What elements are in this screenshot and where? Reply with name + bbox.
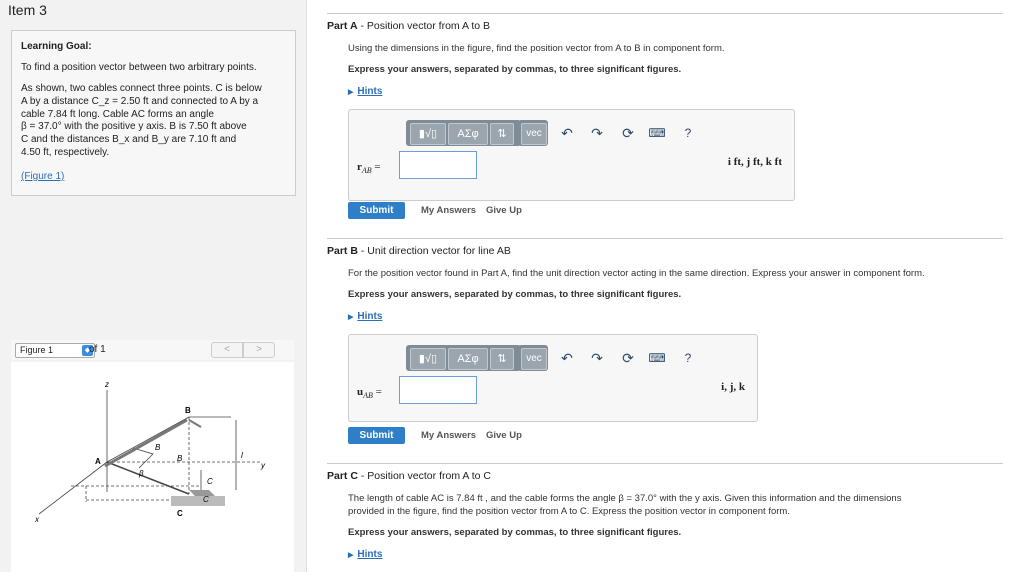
beta-label: β — [138, 469, 144, 478]
problem-line: As shown, two cables connect three point… — [21, 83, 262, 94]
answer-units: i ft, j ft, k ft — [727, 156, 782, 168]
keyboard-icon[interactable]: ⌨ — [646, 120, 668, 146]
templates-button[interactable]: ▮√▯ — [410, 123, 446, 145]
item-title: Item 3 — [8, 2, 47, 18]
figure-select[interactable]: Figure 1 ◆ — [15, 343, 95, 358]
part-c-hints[interactable]: ▶ Hints — [348, 549, 382, 560]
part-a-answer-box: ▮√▯ ΑΣφ ⇅ vec ↶ ↷ ⟳ ⌨ ? rAB = i ft, j ft… — [348, 109, 795, 201]
undo-icon[interactable]: ↶ — [556, 345, 578, 371]
part-c-instructions: provided in the figure, find the positio… — [348, 506, 790, 517]
left-panel: Item 3 Learning Goal: To find a position… — [0, 0, 307, 572]
problem-statement: As shown, two cables connect three point… — [21, 83, 291, 160]
learning-goal-box: Learning Goal: To find a position vector… — [11, 30, 296, 196]
help-icon[interactable]: ? — [677, 345, 699, 371]
divider — [327, 463, 1003, 464]
math-toolbar: ▮√▯ ΑΣφ ⇅ vec ↶ ↷ ⟳ ⌨ ? — [406, 120, 719, 148]
greek-button[interactable]: ΑΣφ — [448, 348, 488, 370]
part-b-label: Part B — [327, 245, 358, 257]
point-c-label: C — [177, 509, 183, 518]
point-a-label: A — [95, 457, 101, 466]
reset-icon[interactable]: ⟳ — [617, 120, 639, 146]
bx-label: B — [177, 454, 183, 463]
part-a-label: Part A — [327, 20, 358, 32]
figure-navigation: Figure 1 ◆ of 1 < > — [11, 340, 294, 360]
prev-figure-button[interactable]: < — [211, 342, 243, 358]
vector-subscript: AB — [363, 391, 373, 401]
part-c-title: Part C - Position vector from A to C — [327, 470, 491, 482]
next-figure-button[interactable]: > — [243, 342, 275, 358]
give-up-link[interactable]: Give Up — [486, 205, 522, 216]
part-c-instructions: The length of cable AC is 7.84 ft , and … — [348, 493, 902, 504]
answer-label: uAB = — [357, 386, 382, 400]
length-label: l — [241, 451, 243, 460]
part-a-instructions: Using the dimensions in the figure, find… — [348, 43, 725, 54]
figure-link[interactable]: (Figure 1) — [21, 171, 64, 182]
figure-count: of 1 — [89, 344, 106, 355]
redo-icon[interactable]: ↷ — [586, 120, 608, 146]
part-a-hints[interactable]: ▶ Hints — [348, 86, 382, 97]
figure-select-value: Figure 1 — [20, 345, 54, 355]
help-icon[interactable]: ? — [677, 120, 699, 146]
by-label: B — [155, 443, 161, 452]
vec-button[interactable]: vec — [521, 348, 547, 370]
y-axis-label: y — [260, 461, 266, 470]
cz-label: C — [207, 477, 213, 486]
part-b-hints[interactable]: ▶ Hints — [348, 311, 382, 322]
hints-label: Hints — [357, 311, 383, 322]
templates-button[interactable]: ▮√▯ — [410, 348, 446, 370]
answer-input[interactable] — [399, 376, 477, 404]
part-c-express: Express your answers, separated by comma… — [348, 527, 682, 538]
answer-input[interactable] — [399, 151, 477, 179]
problem-line: 4.50 ft, respectively. — [21, 146, 110, 158]
part-b-title: Part B - Unit direction vector for line … — [327, 245, 511, 257]
divider — [327, 238, 1003, 239]
problem-line: A by a distance C_z = 2.50 ft and connec… — [21, 95, 259, 107]
learning-goal-text: To find a position vector between two ar… — [21, 62, 257, 73]
undo-icon[interactable]: ↶ — [556, 120, 578, 146]
my-answers-link[interactable]: My Answers — [421, 205, 476, 216]
expand-icon: ▶ — [348, 314, 354, 321]
part-a-express: Express your answers, separated by comma… — [348, 64, 682, 75]
arrows-button[interactable]: ⇅ — [490, 123, 514, 145]
redo-icon[interactable]: ↷ — [586, 345, 608, 371]
equals-sign: = — [374, 161, 381, 173]
point-b-label: B — [185, 406, 191, 415]
give-up-link[interactable]: Give Up — [486, 430, 522, 441]
hints-label: Hints — [357, 86, 383, 97]
x-axis-label: x — [34, 515, 40, 524]
answer-label: rAB = — [357, 161, 381, 175]
equals-sign: = — [375, 386, 382, 398]
vec-button[interactable]: vec — [521, 123, 547, 145]
part-a-title: Part A - Position vector from A to B — [327, 20, 491, 32]
problem-line: β = 37.0° with the positive y axis. B is… — [21, 121, 247, 133]
part-b-answer-box: ▮√▯ ΑΣφ ⇅ vec ↶ ↷ ⟳ ⌨ ? uAB = i, j, k — [348, 334, 758, 422]
submit-button[interactable]: Submit — [348, 202, 405, 219]
keyboard-icon[interactable]: ⌨ — [646, 345, 668, 371]
expand-icon: ▶ — [348, 552, 354, 559]
learning-goal-heading: Learning Goal: — [21, 41, 92, 52]
cx-label: C — [203, 495, 209, 504]
figure-diagram: z x y A B C B B β C C l — [34, 380, 266, 524]
part-b-express: Express your answers, separated by comma… — [348, 289, 682, 300]
divider — [327, 13, 1003, 14]
submit-button[interactable]: Submit — [348, 427, 405, 444]
part-b-instructions: For the position vector found in Part A,… — [348, 268, 925, 279]
part-c-title-text: Position vector from A to C — [367, 470, 491, 482]
part-c-label: Part C — [327, 470, 358, 482]
z-axis-label: z — [104, 380, 109, 389]
part-a-title-text: Position vector from A to B — [366, 20, 491, 32]
reset-icon[interactable]: ⟳ — [617, 345, 639, 371]
greek-button[interactable]: ΑΣφ — [448, 123, 488, 145]
figure-1: z x y A B C B B β C C l — [11, 362, 294, 572]
hints-label: Hints — [357, 549, 383, 560]
answer-units: i, j, k — [721, 381, 745, 393]
problem-line: C and the distances B_x and B_y are 7.10… — [21, 134, 237, 146]
part-b-title-text: Unit direction vector for line AB — [367, 245, 511, 257]
expand-icon: ▶ — [348, 89, 354, 96]
my-answers-link[interactable]: My Answers — [421, 430, 476, 441]
vector-subscript: AB — [361, 166, 372, 176]
math-toolbar: ▮√▯ ΑΣφ ⇅ vec ↶ ↷ ⟳ ⌨ ? — [406, 345, 719, 373]
problem-line: cable 7.84 ft long. Cable AC forms an an… — [21, 108, 214, 120]
arrows-button[interactable]: ⇅ — [490, 348, 514, 370]
